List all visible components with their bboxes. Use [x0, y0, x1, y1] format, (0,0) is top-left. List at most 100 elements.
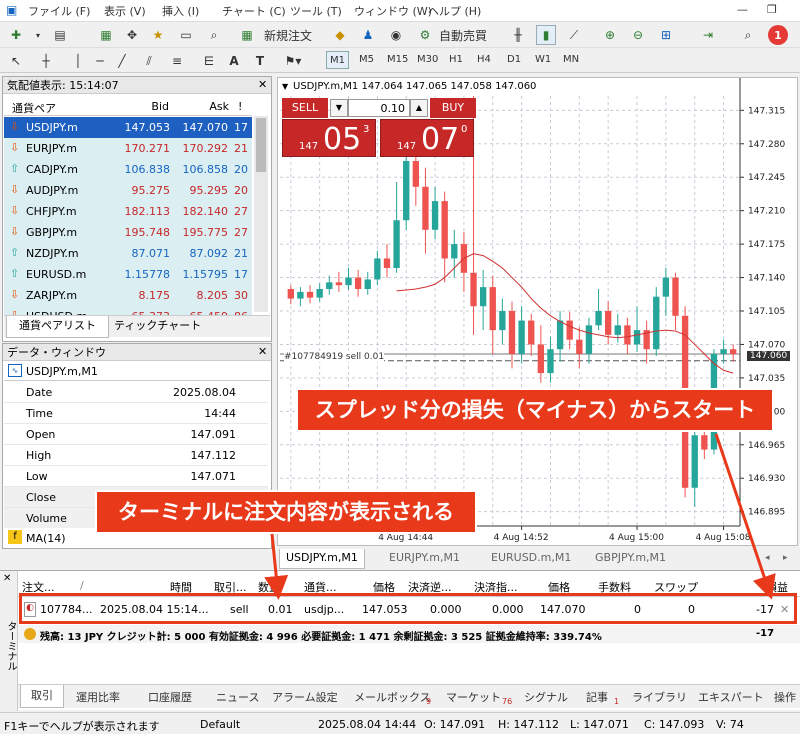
tab-journal[interactable]: 操作	[774, 689, 798, 705]
chart-window[interactable]: 147.315 147.280 147.245 147.210 147.175 147.1…	[277, 77, 798, 546]
menu-help[interactable]: ヘルプ (H)	[428, 3, 481, 19]
menu-insert[interactable]: 挿入 (I)	[162, 3, 199, 19]
col-pair[interactable]: 通貨ペア	[12, 100, 56, 116]
market-watch-icon[interactable]: ▦	[96, 25, 116, 45]
metaeditor-icon[interactable]: ◆	[330, 25, 350, 45]
fibonacci-icon[interactable]: ≡	[168, 51, 186, 71]
tile-windows-icon[interactable]: ⊞	[656, 25, 676, 45]
market-watch-row[interactable]: ⇩ USDJPY.m 147.053 147.070 17	[4, 117, 252, 138]
bid-price: 147.053	[124, 121, 171, 134]
tab-alerts[interactable]: アラーム設定	[272, 689, 338, 705]
tf-w1[interactable]: W1	[532, 51, 554, 69]
tab-chart-eurjpy[interactable]: EURJPY.m,M1	[383, 549, 466, 567]
terminal-icon[interactable]: ▭	[176, 25, 196, 45]
tab-scroll-right-icon[interactable]: ▸	[777, 549, 794, 567]
lot-increase-button[interactable]: ▲	[410, 99, 428, 117]
tab-news[interactable]: ニュース	[216, 689, 259, 705]
tf-h4[interactable]: H4	[474, 51, 494, 69]
menu-view[interactable]: 表示 (V)	[104, 3, 146, 19]
fib-fan-icon[interactable]: ⋿	[200, 51, 218, 71]
tab-articles[interactable]: 記事	[586, 689, 608, 705]
zoom-out-icon[interactable]: ⊖	[628, 25, 648, 45]
tab-trade[interactable]: 取引	[20, 685, 64, 708]
buy-button[interactable]: 147 07 0	[380, 119, 474, 157]
shapes-icon[interactable]: ⚑▾	[282, 51, 304, 71]
notification-badge[interactable]: 1	[768, 25, 788, 45]
cursor-icon[interactable]: ↖	[8, 51, 24, 71]
new-order-icon[interactable]: ▦	[238, 25, 256, 45]
restore-button[interactable]: ❐	[767, 3, 777, 16]
minimize-button[interactable]: —	[737, 3, 748, 16]
candlestick-icon[interactable]: ▮	[536, 25, 556, 45]
close-icon[interactable]: ✕	[3, 573, 11, 584]
tab-chart-gbpjpy[interactable]: GBPJPY.m,M1	[589, 549, 672, 567]
tab-exposure[interactable]: 運用比率	[76, 689, 120, 705]
vertical-line-icon[interactable]: │	[70, 51, 86, 71]
navigator-icon[interactable]: ★	[148, 25, 168, 45]
text-label-icon[interactable]: T	[252, 51, 268, 71]
tab-scroll-left-icon[interactable]: ◂	[759, 549, 776, 567]
tab-tick-chart[interactable]: ティックチャート	[108, 316, 207, 338]
autoscroll-icon[interactable]: ⇥	[698, 25, 718, 45]
menu-window[interactable]: ウィンドウ (W)	[354, 3, 432, 19]
new-order-button[interactable]: 新規注文	[257, 25, 319, 45]
tf-m5[interactable]: M5	[356, 51, 377, 69]
dropdown-arrow-icon[interactable]: ▾	[32, 25, 44, 45]
lot-size-input[interactable]	[348, 99, 410, 117]
order-line-label[interactable]: #107784919 sell 0.01	[284, 352, 385, 362]
market-watch-row[interactable]: ⇩ EURJPY.m 170.271 170.292 21	[4, 138, 252, 159]
tf-h1[interactable]: H1	[446, 51, 466, 69]
horizontal-line-icon[interactable]: ─	[92, 51, 108, 71]
new-chart-icon[interactable]: ✚	[6, 25, 26, 45]
tab-library[interactable]: ライブラリ	[632, 689, 687, 705]
market-watch-scrollbar[interactable]	[254, 116, 268, 312]
crosshair-tool-icon[interactable]: ┼	[38, 51, 54, 71]
col-spread[interactable]: !	[238, 100, 242, 113]
lot-decrease-button[interactable]: ▼	[330, 99, 348, 117]
sell-button[interactable]: 147 05 3	[282, 119, 376, 157]
channel-icon[interactable]: ⫽	[140, 51, 158, 71]
sell-label[interactable]: SELL	[282, 98, 328, 118]
tab-experts[interactable]: エキスパート	[698, 689, 764, 705]
close-icon[interactable]: ✕	[258, 345, 267, 358]
market-watch-row[interactable]: ⇩ ZARJPY.m 8.175 8.205 30	[4, 285, 252, 306]
col-bid[interactable]: Bid	[129, 100, 169, 113]
text-tool-icon[interactable]: A	[226, 51, 242, 71]
tf-m15[interactable]: M15	[384, 51, 411, 69]
tab-chart-usdjpy[interactable]: USDJPY.m,M1	[279, 549, 365, 569]
bar-chart-icon[interactable]: ╫	[508, 25, 528, 45]
market-watch-row[interactable]: ⇩ CHFJPY.m 182.113 182.140 27	[4, 201, 252, 222]
tab-history[interactable]: 口座履歴	[148, 689, 192, 705]
tf-m30[interactable]: M30	[414, 51, 441, 69]
col-ask[interactable]: Ask	[189, 100, 229, 113]
tab-chart-eurusd[interactable]: EURUSD.m,M1	[485, 549, 577, 567]
tab-signals[interactable]: シグナル	[524, 689, 568, 705]
profiles-icon[interactable]: ▤	[50, 25, 70, 45]
auto-trade-icon[interactable]: ⚙	[416, 25, 434, 45]
tf-mn[interactable]: MN	[560, 51, 582, 69]
search-icon[interactable]: ⌕	[738, 25, 758, 45]
tab-mailbox[interactable]: メールボックス	[354, 689, 431, 705]
line-chart-icon[interactable]: ⟋	[564, 25, 584, 45]
tab-symbol-list[interactable]: 通貨ペアリスト	[6, 316, 109, 338]
market-watch-row[interactable]: ⇧ EURUSD.m 1.15778 1.15795 17	[4, 264, 252, 285]
close-icon[interactable]: ✕	[258, 78, 267, 91]
tf-m1[interactable]: M1	[326, 51, 349, 69]
market-watch-row[interactable]: ⇩ AUDJPY.m 95.275 95.295 20	[4, 180, 252, 201]
tf-d1[interactable]: D1	[504, 51, 524, 69]
market-watch-row[interactable]: ⇧ NZDJPY.m 87.071 87.092 21	[4, 243, 252, 264]
auto-trade-button[interactable]: 自動売買	[434, 25, 492, 45]
trendline-icon[interactable]: ╱	[114, 51, 130, 71]
tester-icon[interactable]: ⌕	[204, 25, 224, 45]
buy-label[interactable]: BUY	[430, 98, 476, 118]
menu-tools[interactable]: ツール (T)	[290, 3, 342, 19]
signals-icon[interactable]: ♟	[358, 25, 378, 45]
menu-chart[interactable]: チャート (C)	[222, 3, 286, 19]
market-watch-row[interactable]: ⇩ GBPJPY.m 195.748 195.775 27	[4, 222, 252, 243]
zoom-in-icon[interactable]: ⊕	[600, 25, 620, 45]
tab-market[interactable]: マーケット	[446, 689, 501, 705]
vps-icon[interactable]: ◉	[386, 25, 406, 45]
crosshair-icon[interactable]: ✥	[122, 25, 142, 45]
menu-file[interactable]: ファイル (F)	[28, 3, 90, 19]
market-watch-row[interactable]: ⇧ CADJPY.m 106.838 106.858 20	[4, 159, 252, 180]
